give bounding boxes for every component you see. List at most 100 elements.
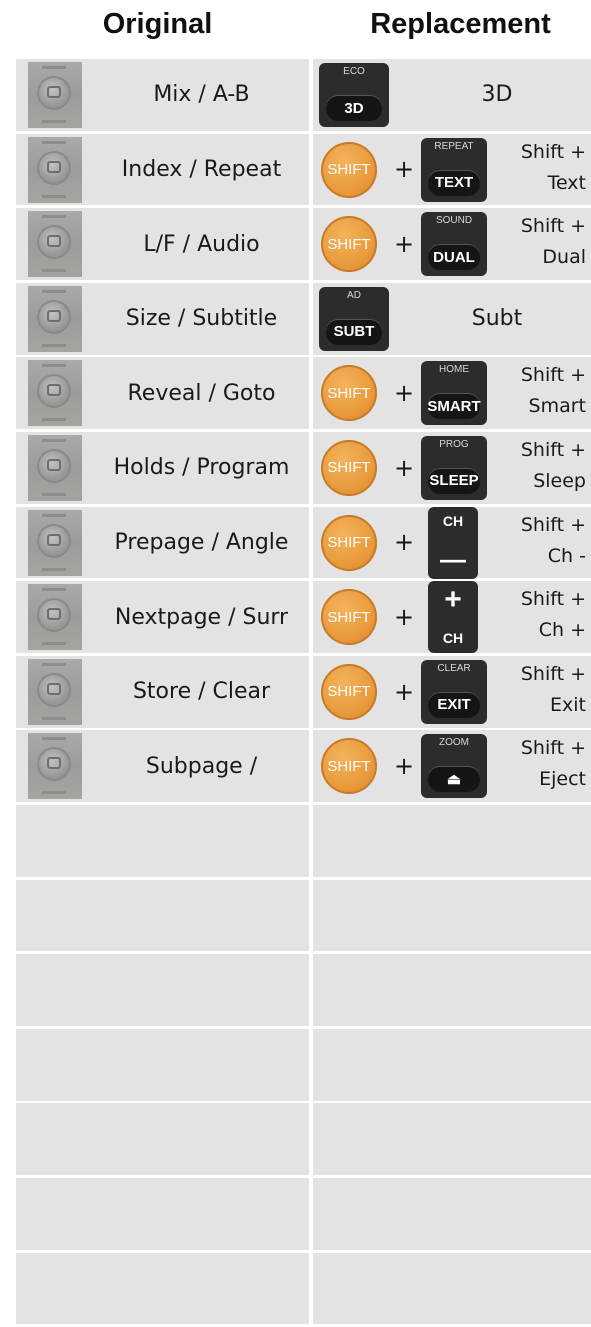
replacement-label-line1: Shift +: [520, 364, 586, 387]
original-label: Prepage / Angle: [114, 529, 289, 555]
replacement-cell: ECO 3D 3D: [313, 59, 591, 131]
original-label: Subpage /: [145, 753, 258, 779]
button-top-label: +: [444, 583, 462, 617]
original-label: Nextpage / Surr: [114, 604, 289, 630]
button-face-label: —: [440, 544, 466, 575]
original-cell: L/F / Audio: [16, 208, 309, 280]
replacement-label: Shift + Text: [521, 137, 586, 199]
button-top-label: ECO: [343, 66, 365, 77]
table-row: [16, 1028, 591, 1101]
button-top-label: SOUND: [435, 215, 473, 227]
replacement-label-line2: Text: [547, 171, 586, 194]
replacement-cell: [313, 1252, 591, 1325]
original-cell: Index / Repeat: [16, 133, 309, 206]
replacement-label: Shift + Dual: [521, 211, 586, 273]
shift-button-icon: SHIFT: [321, 365, 377, 422]
replacement-cell: SHIFT + ZOOM ⏏ Shift + Eject: [313, 730, 591, 803]
original-button-photo: [28, 285, 82, 352]
original-cell: [16, 1252, 309, 1325]
button-top-label: ZOOM: [439, 737, 469, 749]
replacement-label-line1: Shift +: [520, 588, 586, 611]
table-row: [16, 954, 591, 1026]
shift-button-icon: SHIFT: [321, 589, 377, 646]
original-cell: Mix / A-B: [16, 59, 309, 131]
original-label: Index / Repeat: [121, 156, 282, 182]
replacement-cell: SHIFT + HOME SMART Shift + Smart: [313, 357, 591, 430]
original-cell: Nextpage / Surr: [16, 581, 309, 653]
replacement-label-line2: Ch +: [538, 619, 586, 642]
table-row: Subpage / SHIFT + ZOOM ⏏ Shift + Eject: [16, 730, 591, 803]
original-cell: [16, 1177, 309, 1250]
shift-button-icon: SHIFT: [321, 663, 377, 720]
replacement-label: Shift + Exit: [521, 659, 586, 721]
remote-button-icon: REPEAT TEXT: [421, 137, 487, 202]
mapping-table: Mix / A-B ECO 3D 3D Index / Repeat SHIFT + REPE…: [16, 59, 591, 1327]
replacement-label-line1: Shift +: [520, 737, 586, 760]
button-top-label: AD: [347, 289, 361, 301]
remote-button-icon: HOME SMART: [421, 361, 487, 426]
remote-button-icon: ECO 3D: [319, 63, 389, 127]
replacement-label-line2: Exit: [550, 693, 586, 716]
button-face-label: SMART: [427, 393, 481, 420]
table-row: Mix / A-B ECO 3D 3D: [16, 59, 591, 131]
table-row: Index / Repeat SHIFT + REPEAT TEXT Shift + Tex…: [16, 133, 591, 206]
original-button-photo: [28, 211, 82, 278]
original-label: L/F / Audio: [143, 231, 260, 257]
original-button-photo: [28, 62, 82, 128]
button-face-label: SLEEP: [428, 467, 480, 494]
button-top-label: PROG: [439, 438, 469, 450]
replacement-label: Shift + Ch +: [521, 584, 586, 646]
original-label: Store / Clear: [132, 679, 271, 705]
original-cell: Subpage /: [16, 730, 309, 803]
original-cell: [16, 879, 309, 952]
original-cell: [16, 1028, 309, 1101]
table-row: L/F / Audio SHIFT + SOUND DUAL Shift + Dual: [16, 208, 591, 280]
button-face-label: 3D: [326, 95, 382, 121]
replacement-label: Shift + Ch -: [521, 510, 586, 572]
table-header: Original Replacement: [0, 0, 591, 56]
button-top-label: REPEAT: [434, 140, 474, 152]
original-cell: Reveal / Goto: [16, 357, 309, 430]
shift-button-icon: SHIFT: [321, 439, 377, 496]
original-button-photo: [28, 584, 82, 651]
remote-button-icon: CLEAR EXIT: [421, 659, 487, 724]
plus-sign: +: [394, 528, 415, 557]
original-cell: [16, 1103, 309, 1176]
replacement-cell: SHIFT + SOUND DUAL Shift + Dual: [313, 208, 591, 280]
button-top-label: CH: [442, 512, 464, 529]
shift-button-icon: SHIFT: [321, 738, 377, 795]
replacement-cell: [313, 879, 591, 952]
replacement-column-header: Replacement: [370, 8, 551, 40]
table-row: [16, 1103, 591, 1176]
table-row: [16, 804, 591, 877]
button-face-label: TEXT: [428, 169, 480, 196]
original-column-header: Original: [102, 8, 213, 40]
replacement-cell: SHIFT + CH — Shift + Ch -: [313, 506, 591, 579]
remote-button-icon: SOUND DUAL: [421, 212, 487, 277]
original-cell: Holds / Program: [16, 431, 309, 504]
original-button-photo: [28, 136, 82, 203]
shift-button-icon: SHIFT: [321, 514, 377, 571]
plus-sign: +: [394, 453, 415, 482]
original-cell: Size / Subtitle: [16, 282, 309, 355]
replacement-label-line1: Shift +: [520, 662, 586, 685]
replacement-label-line1: Shift +: [520, 513, 586, 536]
remote-button-icon: PROG SLEEP: [421, 435, 487, 500]
original-cell: Store / Clear: [16, 655, 309, 728]
table-row: Holds / Program SHIFT + PROG SLEEP Shift + Sle…: [16, 431, 591, 504]
replacement-label: Shift + Smart: [521, 360, 586, 422]
replacement-label-line2: Eject: [539, 768, 586, 791]
plus-sign: +: [394, 155, 415, 184]
original-label: Size / Subtitle: [125, 306, 278, 332]
replacement-cell: SHIFT + + CH Shift + Ch +: [313, 581, 591, 654]
replacement-label-line2: Sleep: [533, 469, 586, 492]
table-row: Reveal / Goto SHIFT + HOME SMART Shift + Smart: [16, 357, 591, 430]
plus-sign: +: [394, 230, 415, 259]
replacement-cell: SHIFT + PROG SLEEP Shift + Sleep: [313, 431, 591, 504]
replacement-label-line1: Shift +: [520, 438, 586, 461]
button-face-label: SUBT: [326, 318, 382, 345]
replacement-cell: [313, 1103, 591, 1176]
button-face-label: ⏏: [428, 766, 480, 793]
plus-sign: +: [394, 603, 415, 632]
plus-sign: +: [394, 752, 415, 781]
